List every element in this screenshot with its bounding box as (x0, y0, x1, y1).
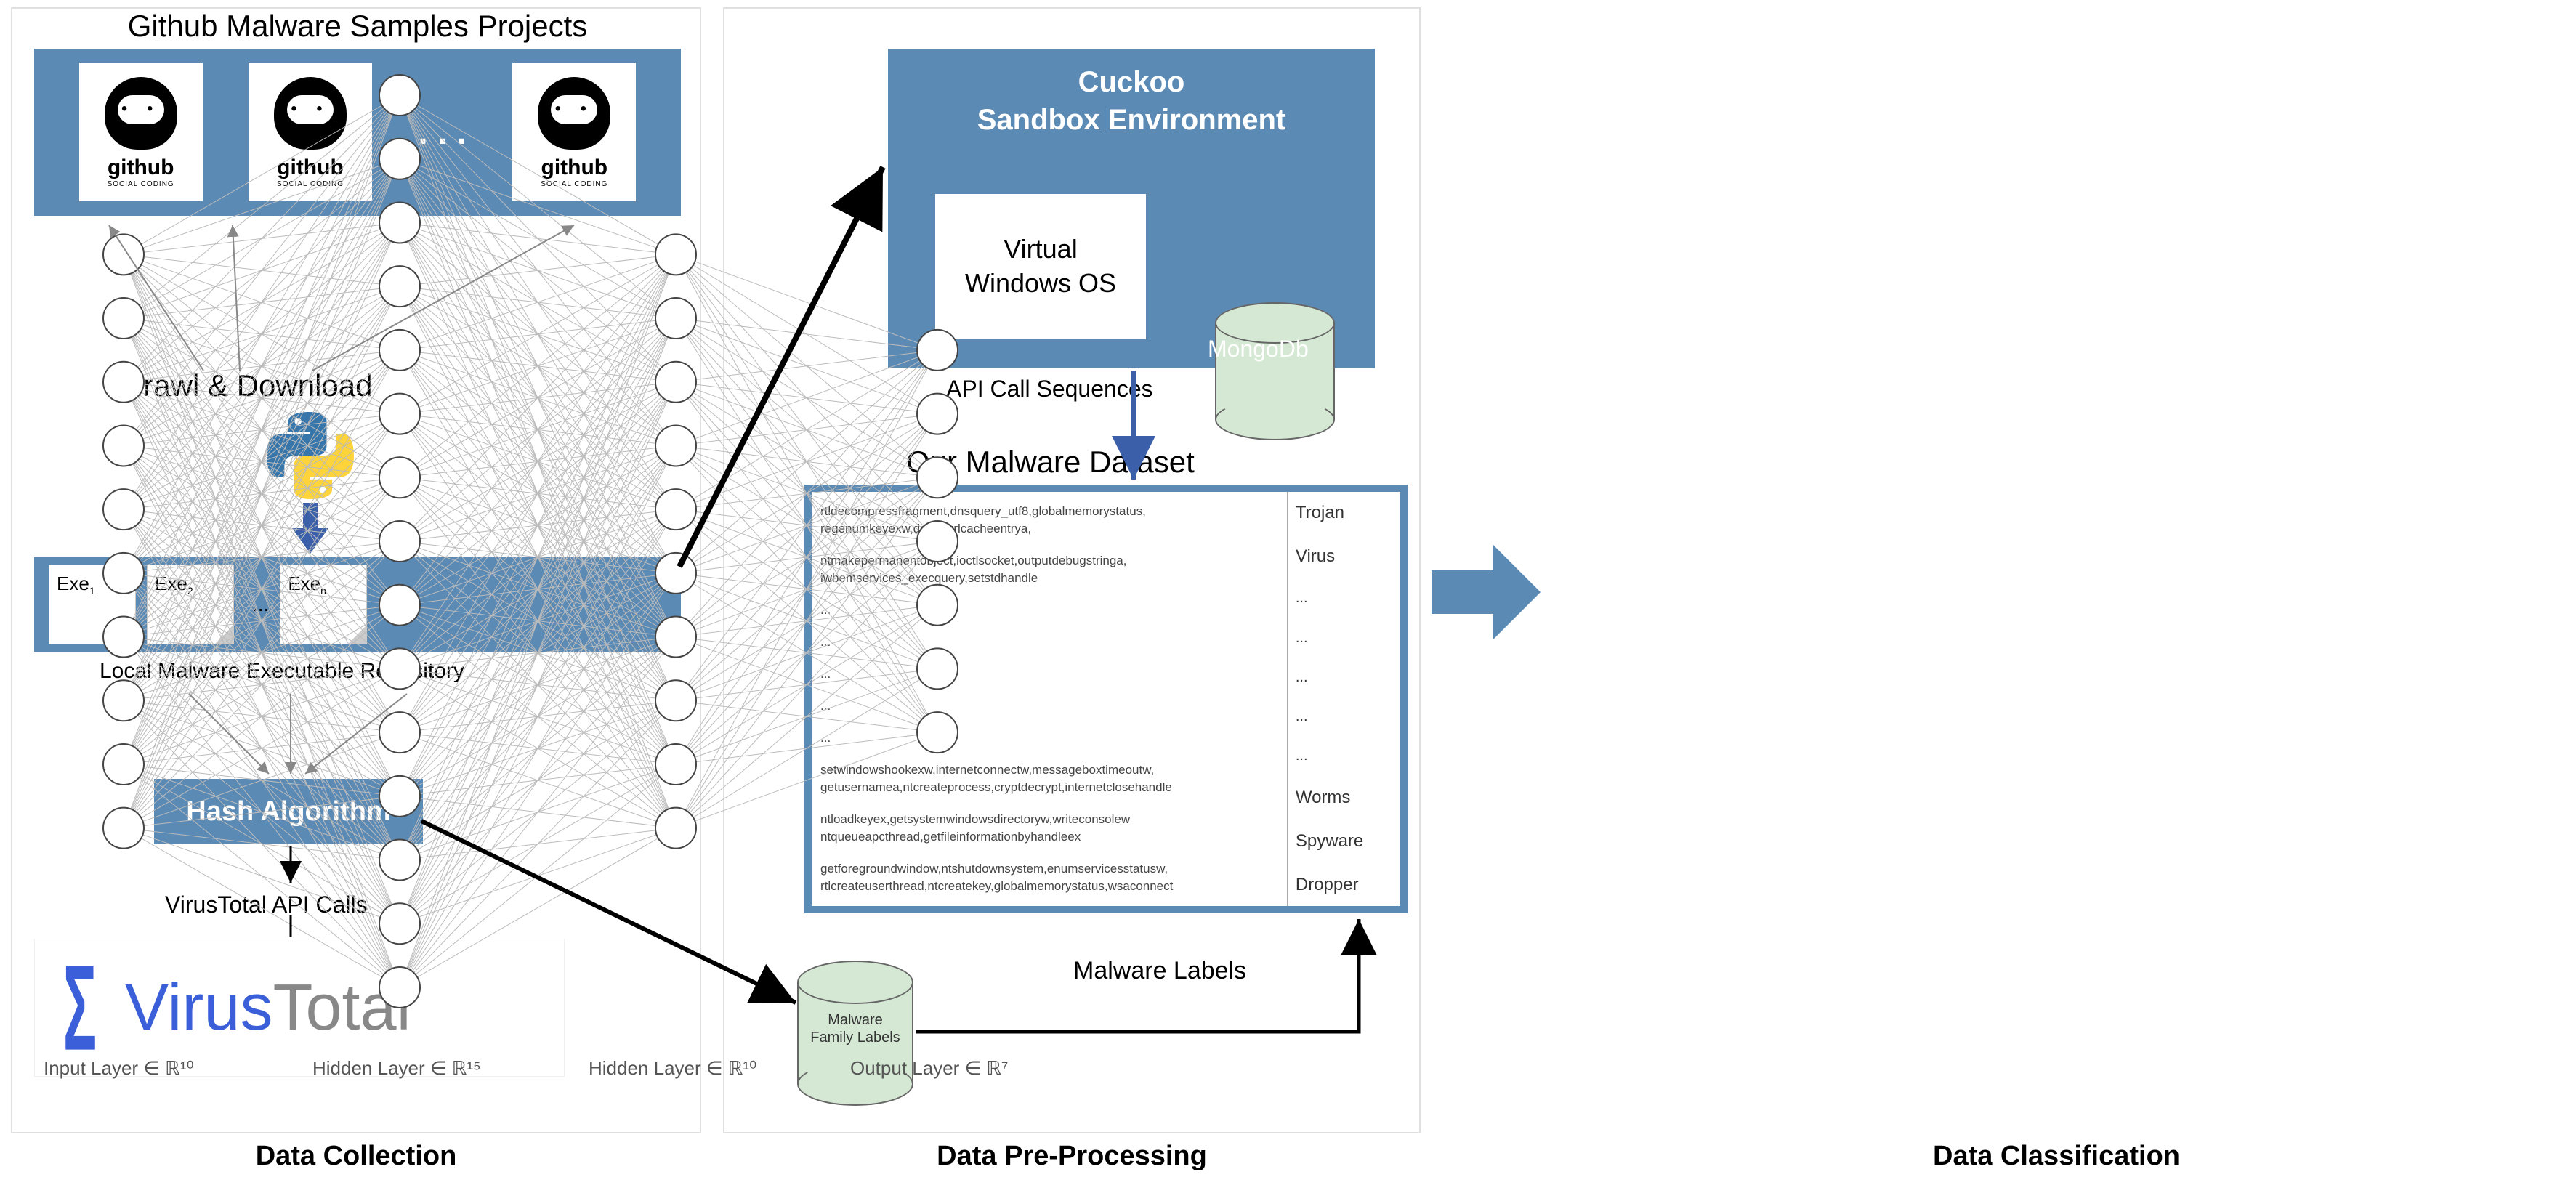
dataset-label-row: ... (1296, 669, 1393, 685)
cuckoo-title-l2: Sandbox Environment (977, 104, 1286, 136)
malware-labels-arrow-label: Malware Labels (1073, 957, 1246, 985)
dataset-label-row: Spyware (1296, 831, 1393, 852)
dataset-label-row: Worms (1296, 788, 1393, 808)
mongodb-label: MongoDb (1208, 336, 1309, 363)
dataset-label-row: ... (1296, 630, 1393, 646)
hidden-layer-2-label: Hidden Layer ∈ ℝ¹⁰ (589, 1057, 756, 1080)
data-classification-panel: Input Layer ∈ ℝ¹⁰ Hidden Layer ∈ ℝ¹⁵ Hid… (0, 0, 1010, 1126)
input-layer-label: Input Layer ∈ ℝ¹⁰ (44, 1057, 194, 1080)
output-layer-label: Output Layer ∈ ℝ⁷ (850, 1057, 1008, 1080)
panel1-title: Data Collection (11, 1141, 701, 1172)
dataset-labels-column: Trojan Virus............... Worms Spyware Dr… (1288, 492, 1400, 906)
dataset-label-row: Virus (1296, 546, 1393, 567)
neural-network-diagram (15, 22, 996, 1083)
dataset-label-row: Trojan (1296, 503, 1393, 523)
mongodb-cylinder-icon (1215, 302, 1335, 440)
panel3-title: Data Classification (1551, 1141, 2561, 1172)
vwin-l1: Virtual (1004, 234, 1077, 264)
panel2-title: Data Pre-Processing (723, 1141, 1421, 1172)
dataset-label-row: Dropper (1296, 875, 1393, 895)
big-arrow-right-icon (1432, 545, 1541, 639)
hidden-layer-1-label: Hidden Layer ∈ ℝ¹⁵ (312, 1057, 481, 1080)
dataset-label-row: ... (1296, 748, 1393, 764)
cuckoo-title-l1: Cuckoo (1078, 66, 1185, 98)
dataset-label-row: ... (1296, 590, 1393, 606)
dataset-label-row: ... (1296, 708, 1393, 724)
